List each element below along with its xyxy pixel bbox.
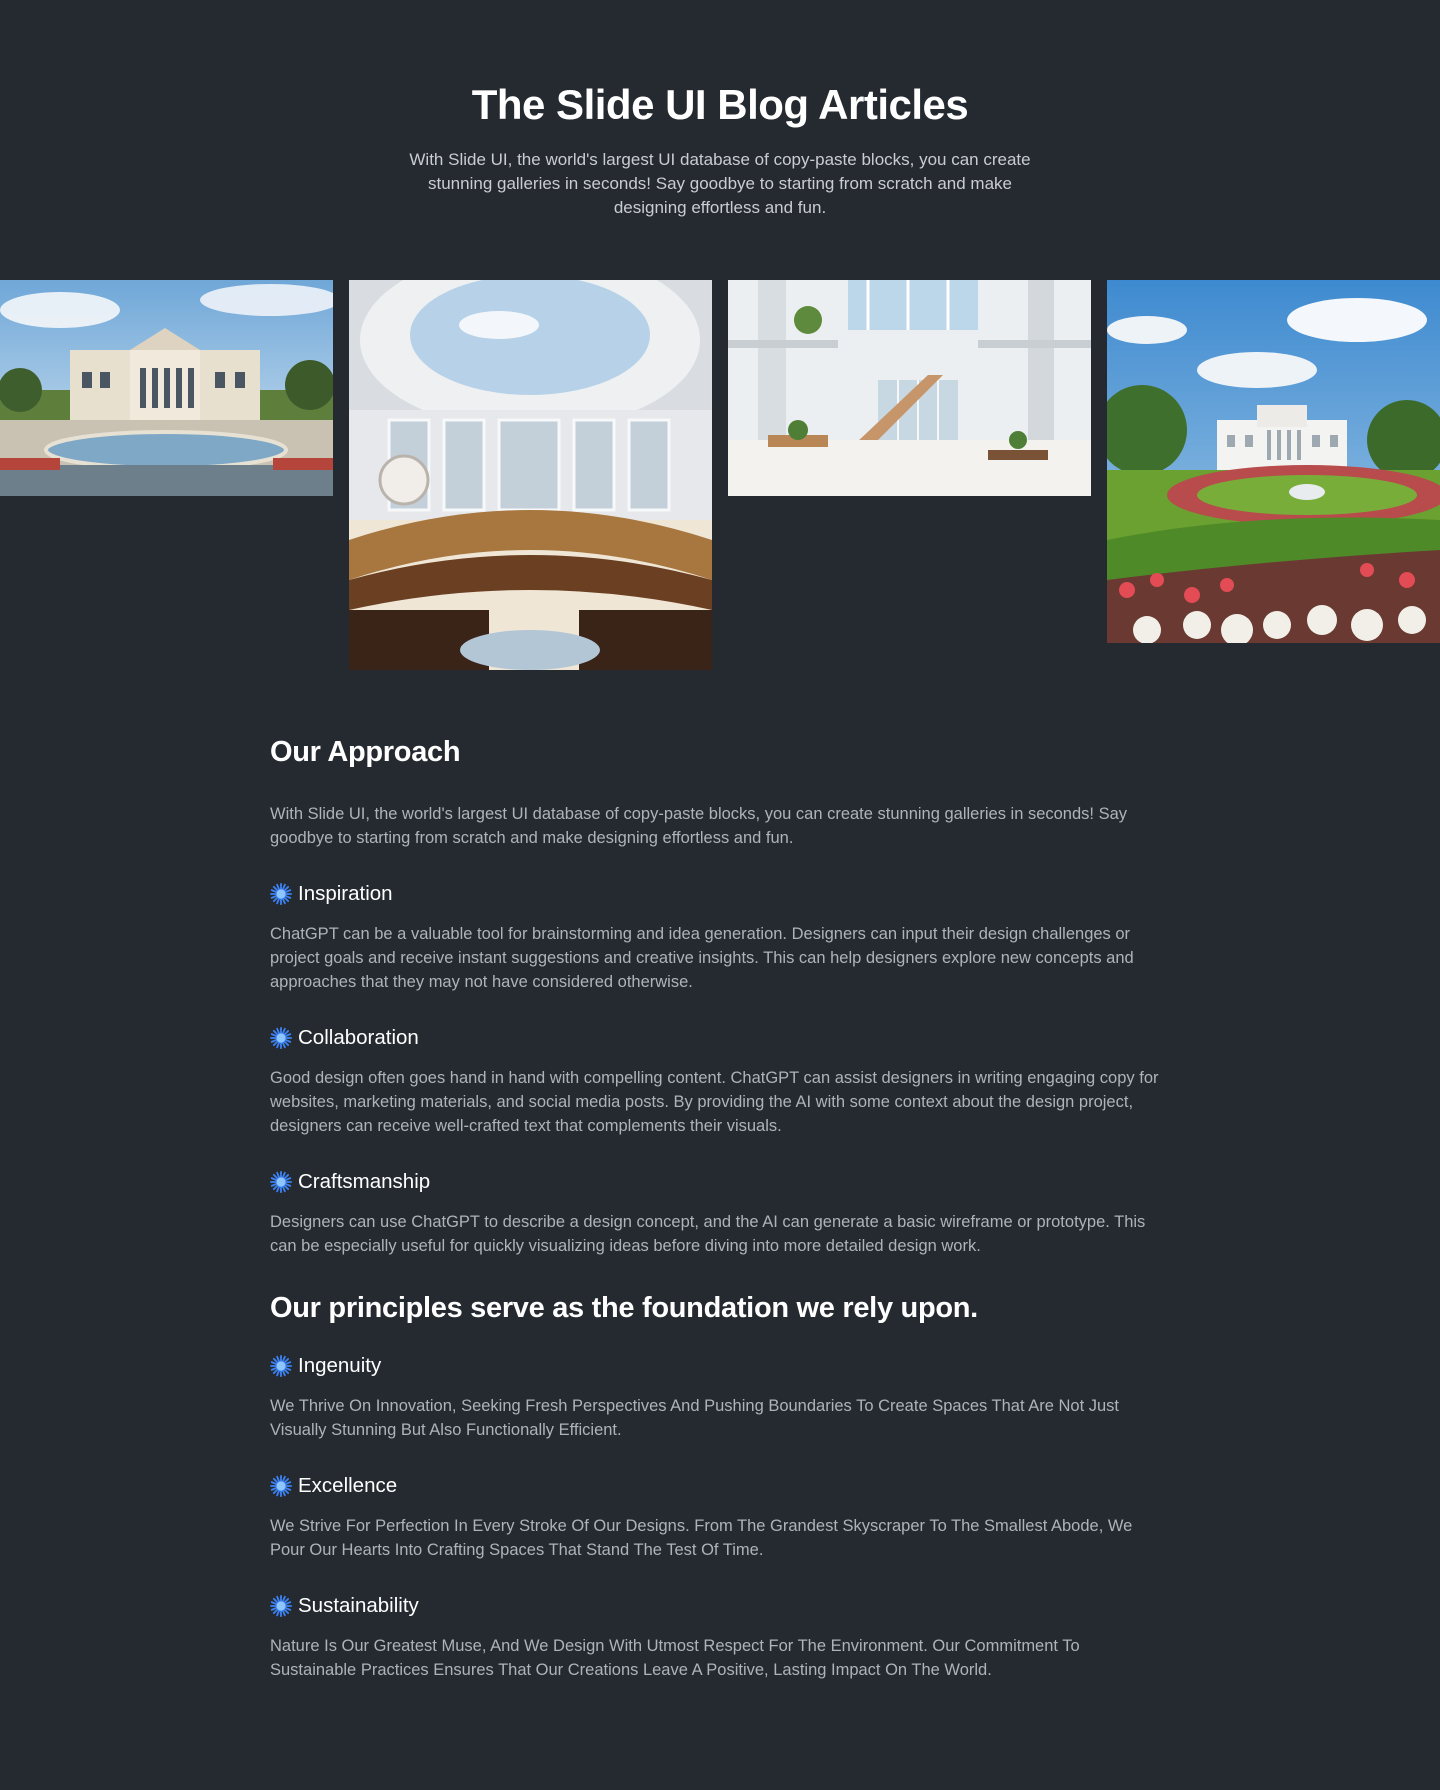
item-text: Good design often goes hand in hand with… (270, 1069, 1159, 1135)
gallery-image-atrium[interactable] (728, 280, 1091, 496)
principle-item-sustainability: Sustainability Nature Is Our Greatest Mu… (270, 1592, 1170, 1682)
image-gallery (0, 280, 1440, 670)
page-title: The Slide UI Blog Articles (471, 81, 969, 128)
item-title: Sustainability (298, 1594, 419, 1617)
starburst-icon (270, 1355, 292, 1377)
item-title: Ingenuity (298, 1354, 382, 1377)
gallery-image-garden[interactable] (1107, 280, 1440, 643)
page-header: The Slide UI Blog Articles With Slide UI… (0, 0, 1440, 220)
item-text: ChatGPT can be a valuable tool for brain… (270, 925, 1134, 991)
item-title: Inspiration (298, 882, 393, 905)
item-text: We Strive For Perfection In Every Stroke… (270, 1517, 1133, 1559)
principle-item-ingenuity: Ingenuity We Thrive On Innovation, Seeki… (270, 1352, 1170, 1442)
principles-heading: Our principles serve as the foundation w… (270, 1292, 978, 1324)
starburst-icon (270, 1595, 292, 1617)
approach-item-craftsmanship: Craftsmanship Designers can use ChatGPT … (270, 1168, 1170, 1258)
article-content: Our Approach With Slide UI, the world's … (270, 730, 1170, 1682)
approach-intro: With Slide UI, the world's largest UI da… (270, 805, 1128, 847)
item-text: Nature Is Our Greatest Muse, And We Desi… (270, 1637, 1080, 1679)
starburst-icon (270, 1027, 292, 1049)
approach-item-collaboration: Collaboration Good design often goes han… (270, 1024, 1170, 1138)
item-title: Excellence (298, 1474, 398, 1497)
starburst-icon (270, 1171, 292, 1193)
gallery-image-mansion[interactable] (0, 280, 333, 496)
principle-item-excellence: Excellence We Strive For Perfection In E… (270, 1472, 1170, 1562)
item-text: We Thrive On Innovation, Seeking Fresh P… (270, 1397, 1120, 1439)
item-title: Collaboration (298, 1026, 419, 1049)
starburst-icon (270, 883, 292, 905)
item-text: Designers can use ChatGPT to describe a … (270, 1213, 1146, 1255)
item-title: Craftsmanship (298, 1170, 431, 1193)
page-subtitle: With Slide UI, the world's largest UI da… (409, 150, 1031, 217)
approach-item-inspiration: Inspiration ChatGPT can be a valuable to… (270, 880, 1170, 994)
starburst-icon (270, 1475, 292, 1497)
gallery-image-chamber[interactable] (349, 280, 712, 670)
approach-heading: Our Approach (270, 736, 461, 768)
